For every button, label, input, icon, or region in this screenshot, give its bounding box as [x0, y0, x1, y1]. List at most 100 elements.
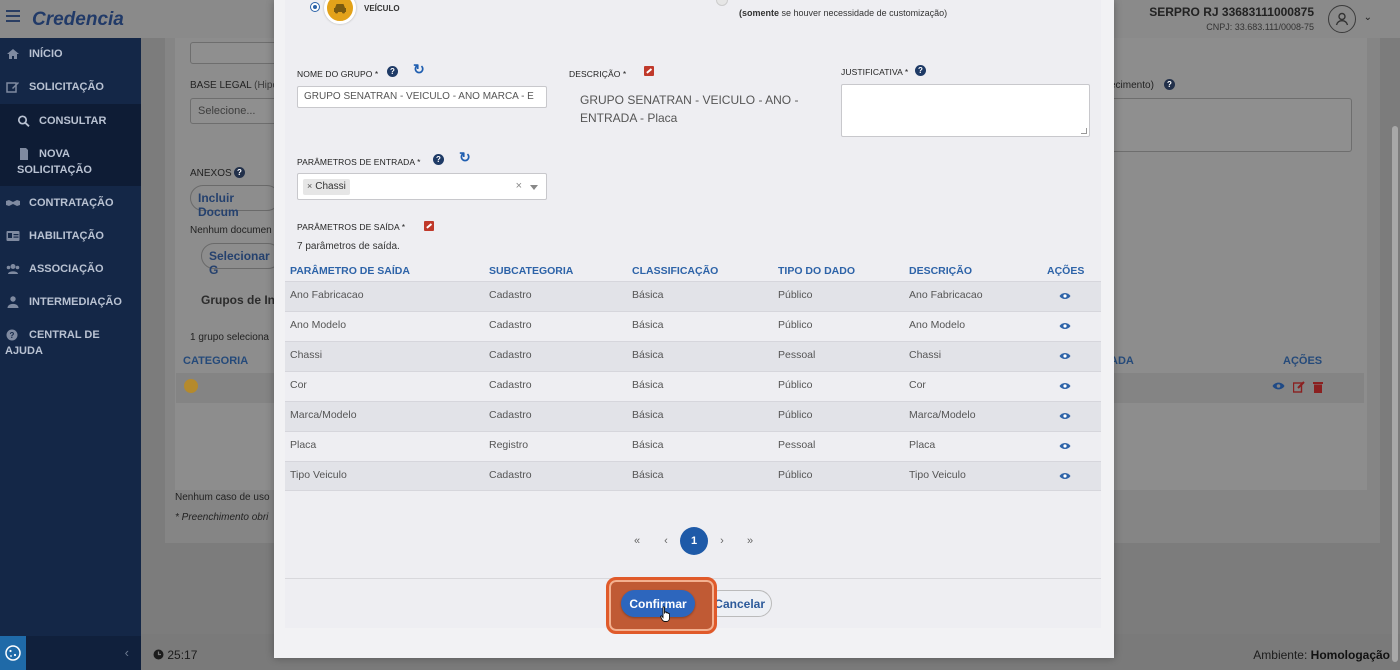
column-header-tipo-dado[interactable]: TIPO DO DADO — [778, 265, 855, 277]
clock-icon — [153, 649, 164, 660]
cell-parametro: Tipo Veiculo — [290, 469, 347, 481]
svg-text:?: ? — [10, 331, 15, 340]
sidebar: INÍCIO SOLICITAÇÃO CONSULTAR NOVA SOLICI… — [0, 38, 141, 670]
cell-parametro: Ano Fabricacao — [290, 289, 364, 301]
search-icon — [17, 115, 30, 127]
cell-descricao: Tipo Veiculo — [909, 469, 966, 481]
scrollbar-thumb[interactable] — [1392, 126, 1398, 662]
edit-icon — [1293, 381, 1305, 393]
table-row: Ano Fabricacao Cadastro Básica Público A… — [285, 281, 1101, 311]
sidebar-item-central-de-ajuda[interactable]: ? CENTRAL DE AJUDA — [0, 329, 141, 359]
sidebar-item-contratacao[interactable]: CONTRATAÇÃO — [0, 197, 141, 211]
cookie-icon — [5, 645, 21, 661]
env-label: Ambiente: — [1253, 648, 1308, 662]
nome-grupo-label: NOME DO GRUPO * — [297, 69, 379, 79]
eye-icon[interactable] — [1059, 382, 1071, 390]
pagination-prev[interactable]: ‹ — [659, 527, 673, 555]
pagination-page-1[interactable]: 1 — [680, 527, 708, 555]
eye-icon[interactable] — [1059, 292, 1071, 300]
sidebar-item-nova-solicitacao[interactable]: NOVA SOLICITAÇÃO — [0, 148, 141, 178]
environment-info: Ambiente: Homologação — [1253, 648, 1390, 662]
sidebar-item-associacao[interactable]: ASSOCIAÇÃO — [0, 263, 141, 277]
sidebar-item-inicio[interactable]: INÍCIO — [0, 48, 141, 62]
cell-descricao: Marca/Modelo — [909, 409, 976, 421]
parametros-entrada-select[interactable]: × Chassi × — [297, 173, 547, 200]
chevron-down-icon[interactable]: ⌄ — [1364, 12, 1372, 23]
cell-classificacao: Básica — [632, 289, 664, 301]
resize-grip[interactable] — [1081, 128, 1087, 134]
vehicle-category-icon — [184, 379, 198, 393]
cell-descricao: Ano Fabricacao — [909, 289, 983, 301]
eye-icon[interactable] — [1059, 352, 1071, 360]
cell-tipo-dado: Público — [778, 319, 813, 331]
base-legal-placeholder: Selecione... — [198, 105, 256, 117]
user-tie-icon — [7, 296, 19, 308]
background-row-actions — [1272, 381, 1323, 393]
home-icon — [7, 49, 19, 59]
sidebar-item-label: CENTRAL DE — [29, 329, 100, 341]
eye-icon[interactable] — [1059, 412, 1071, 420]
descricao-label: DESCRIÇÃO * — [569, 69, 627, 79]
vehicle-radio[interactable] — [310, 2, 320, 12]
cell-descricao: Ano Modelo — [909, 319, 966, 331]
help-icon[interactable]: ? — [433, 154, 444, 165]
column-header-parametro[interactable]: PARÂMETRO DE SAÍDA — [290, 265, 410, 277]
collapse-sidebar-icon[interactable]: ‹ — [125, 645, 129, 660]
cell-subcategoria: Cadastro — [489, 349, 532, 361]
tag-remove-icon[interactable]: × — [307, 181, 312, 191]
grupo-selecionado-text: 1 grupo seleciona — [190, 332, 269, 343]
cell-classificacao: Básica — [632, 439, 664, 451]
pagination-last[interactable]: » — [743, 527, 757, 555]
id-card-icon — [6, 231, 20, 241]
sidebar-item-intermediacao[interactable]: INTERMEDIAÇÃO — [0, 296, 141, 310]
cookie-settings-icon[interactable] — [0, 636, 26, 670]
sidebar-item-habilitacao[interactable]: HABILITAÇÃO — [0, 230, 141, 244]
vehicle-label: VEÍCULO — [364, 4, 400, 13]
sidebar-item-solicitacao[interactable]: SOLICITAÇÃO — [0, 81, 141, 95]
reset-icon[interactable]: ↻ — [413, 61, 425, 78]
pagination-next[interactable]: › — [715, 527, 729, 555]
parametros-saida-checkbox[interactable] — [424, 221, 434, 231]
clear-icon[interactable]: × — [516, 180, 522, 192]
cell-tipo-dado: Público — [778, 379, 813, 391]
background-right-hint: ecimento) — [1110, 80, 1154, 91]
table-row: Cor Cadastro Básica Público Cor — [285, 371, 1101, 401]
column-header-classificacao[interactable]: CLASSIFICAÇÃO — [632, 265, 718, 277]
edit-icon — [6, 82, 19, 93]
justificativa-textarea[interactable] — [841, 84, 1090, 137]
customization-note: (somente se houver necessidade de custom… — [739, 8, 948, 18]
avatar[interactable] — [1328, 5, 1356, 33]
cell-descricao: Placa — [909, 439, 936, 451]
menu-icon[interactable] — [6, 10, 20, 24]
nenhum-caso-text: Nenhum caso de uso — [175, 492, 270, 503]
cell-tipo-dado: Público — [778, 469, 813, 481]
cell-parametro: Marca/Modelo — [290, 409, 357, 421]
cell-subcategoria: Cadastro — [489, 289, 532, 301]
grupos-heading: Grupos de In — [201, 293, 276, 307]
column-header-descricao[interactable]: DESCRIÇÃO — [909, 265, 972, 277]
table-row: Marca/Modelo Cadastro Básica Público Mar… — [285, 401, 1101, 431]
background-field — [190, 42, 280, 64]
cell-subcategoria: Registro — [489, 439, 529, 451]
sidebar-item-label: CONTRATAÇÃO — [29, 197, 114, 209]
sidebar-item-consultar[interactable]: CONSULTAR — [0, 115, 141, 129]
sidebar-footer: ‹ — [0, 636, 141, 670]
user-cnpj: CNPJ: 33.683.111/0008-75 — [1206, 22, 1314, 32]
descricao-checkbox[interactable] — [644, 66, 654, 76]
reset-icon[interactable]: ↻ — [459, 149, 471, 166]
nome-grupo-input[interactable]: GRUPO SENATRAN - VEICULO - ANO MARCA - E — [297, 86, 547, 108]
pagination-first[interactable]: « — [630, 527, 644, 555]
eye-icon[interactable] — [1059, 322, 1071, 330]
dropdown-arrow-icon[interactable] — [530, 185, 538, 190]
eye-icon[interactable] — [1059, 472, 1071, 480]
help-icon[interactable]: ? — [915, 65, 926, 76]
eye-icon[interactable] — [1059, 442, 1071, 450]
cell-subcategoria: Cadastro — [489, 409, 532, 421]
table-row: Chassi Cadastro Básica Pessoal Chassi — [285, 341, 1101, 371]
env-value: Homologação — [1310, 648, 1390, 662]
confirm-button[interactable]: Confirmar — [621, 590, 695, 617]
page-scrollbar[interactable] — [1390, 38, 1400, 662]
column-header-subcategoria[interactable]: SUBCATEGORIA — [489, 265, 573, 277]
tag-label: Chassi — [315, 181, 346, 192]
help-icon[interactable]: ? — [387, 66, 398, 77]
